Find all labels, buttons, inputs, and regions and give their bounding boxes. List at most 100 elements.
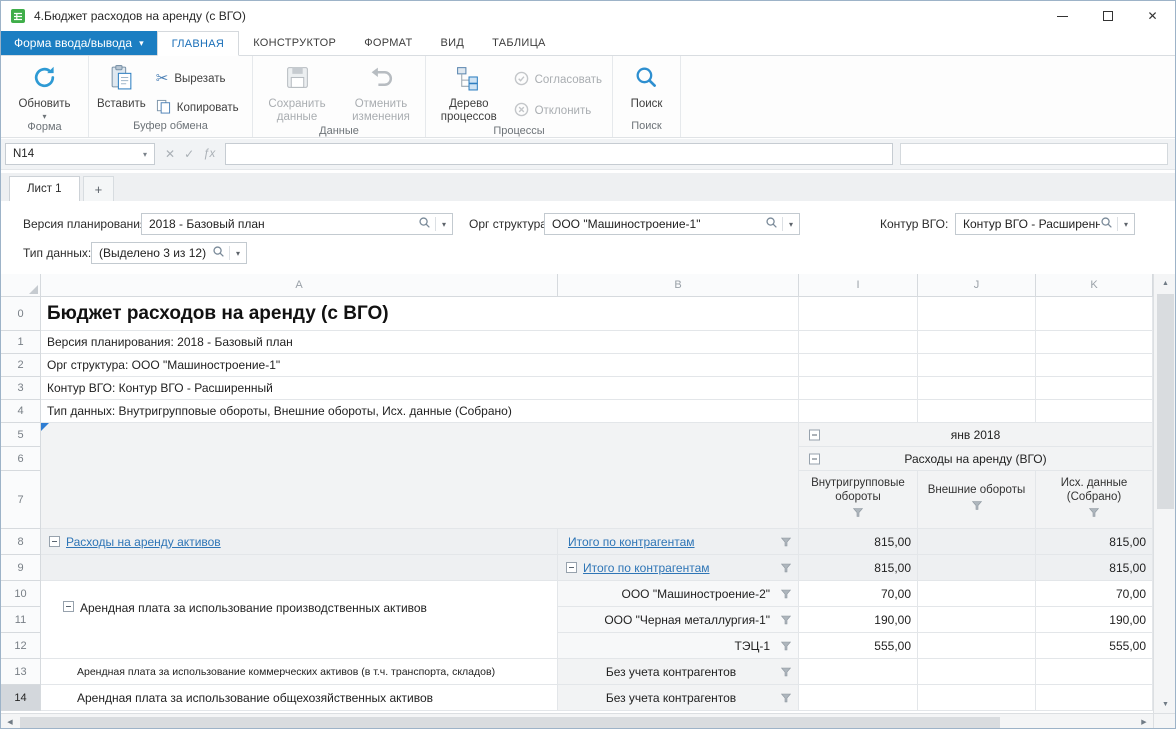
- datatype-filter-combo[interactable]: (Выделено 3 из 12) ▾: [91, 242, 247, 264]
- col-header-j[interactable]: J: [918, 274, 1036, 297]
- copy-button[interactable]: Копировать: [150, 97, 245, 119]
- formula-input[interactable]: [225, 143, 893, 165]
- row-header-selected[interactable]: 14: [1, 685, 41, 711]
- confirm-entry-icon[interactable]: ✓: [184, 147, 194, 161]
- reject-button[interactable]: Отклонить: [508, 100, 608, 122]
- empty-cell[interactable]: [918, 377, 1036, 400]
- scroll-down-icon[interactable]: ▼: [1154, 695, 1176, 713]
- filter-funnel-icon[interactable]: [1089, 508, 1099, 522]
- counterparty-link[interactable]: Итого по контрагентам: [583, 561, 710, 575]
- col-header-k[interactable]: K: [1036, 274, 1153, 297]
- refresh-button[interactable]: Обновить ▾: [14, 60, 74, 121]
- row-header[interactable]: 3: [1, 377, 41, 400]
- category-cell[interactable]: Арендная плата за использование коммерче…: [41, 659, 558, 685]
- value-cell[interactable]: 190,00: [1036, 607, 1153, 633]
- filter-funnel-icon[interactable]: [781, 641, 791, 650]
- tab-format[interactable]: ФОРМАТ: [350, 31, 426, 55]
- horizontal-scrollbar[interactable]: ◀ ▶: [1, 713, 1153, 729]
- col-header-b[interactable]: B: [558, 274, 799, 297]
- value-cell[interactable]: [918, 581, 1036, 607]
- approve-button[interactable]: Согласовать: [508, 69, 608, 91]
- filter-funnel-icon[interactable]: [853, 508, 863, 522]
- value-cell[interactable]: [799, 685, 918, 711]
- empty-cell[interactable]: [1036, 377, 1153, 400]
- row-header[interactable]: 8: [1, 529, 41, 555]
- value-cell[interactable]: 70,00: [1036, 581, 1153, 607]
- empty-cell[interactable]: [1036, 331, 1153, 354]
- counterparty-cell[interactable]: ТЭЦ-1: [558, 633, 799, 659]
- empty-cell[interactable]: [918, 331, 1036, 354]
- counterparty-cell[interactable]: ООО "Машиностроение-2": [558, 581, 799, 607]
- form-io-menu-button[interactable]: Форма ввода/вывода ▾: [1, 31, 157, 55]
- vertical-scroll-thumb[interactable]: [1157, 294, 1174, 509]
- period-header-cell[interactable]: янв 2018: [799, 423, 1153, 447]
- row-header[interactable]: 7: [1, 471, 41, 529]
- save-data-button[interactable]: Сохранить данные: [258, 60, 336, 125]
- row-header[interactable]: 6: [1, 447, 41, 471]
- collapse-icon[interactable]: [809, 453, 820, 464]
- cell-reference-box[interactable]: N14 ▾: [5, 143, 155, 165]
- empty-cell[interactable]: [799, 331, 918, 354]
- counterparty-cell[interactable]: Итого по контрагентам: [558, 529, 799, 555]
- empty-cell[interactable]: [799, 354, 918, 377]
- value-cell[interactable]: 815,00: [799, 529, 918, 555]
- value-cell[interactable]: 555,00: [1036, 633, 1153, 659]
- info-contour-cell[interactable]: Контур ВГО: Контур ВГО - Расширенный: [41, 377, 799, 400]
- collapse-icon[interactable]: [566, 562, 577, 573]
- row-header[interactable]: 9: [1, 555, 41, 581]
- filter-funnel-icon[interactable]: [781, 563, 791, 572]
- collapse-icon[interactable]: [809, 429, 820, 440]
- sheet-tab-list1[interactable]: Лист 1: [9, 176, 80, 201]
- report-title-cell[interactable]: Бюджет расходов на аренду (с ВГО): [41, 297, 799, 331]
- tab-konstruktor[interactable]: КОНСТРУКТОР: [239, 31, 350, 55]
- header-corner-region[interactable]: [41, 423, 799, 529]
- org-filter-combo[interactable]: ООО "Машиностроение-1" ▾: [544, 213, 800, 235]
- process-tree-button[interactable]: Дерево процессов: [430, 60, 508, 125]
- counterparty-cell[interactable]: ООО "Черная металлургия-1": [558, 607, 799, 633]
- row-header[interactable]: 10: [1, 581, 41, 607]
- scroll-right-icon[interactable]: ▶: [1135, 714, 1153, 729]
- scroll-left-icon[interactable]: ◀: [1, 714, 19, 729]
- counterparty-cell[interactable]: Без учета контрагентов: [558, 685, 799, 711]
- value-cell[interactable]: [1036, 659, 1153, 685]
- value-cell[interactable]: [918, 529, 1036, 555]
- col-header-i[interactable]: I: [799, 274, 918, 297]
- value-cell[interactable]: [1036, 685, 1153, 711]
- paste-button[interactable]: Вставить: [93, 60, 150, 111]
- measure-header-cell[interactable]: Расходы на аренду (ВГО): [799, 447, 1153, 471]
- empty-cell[interactable]: [918, 400, 1036, 423]
- cut-button[interactable]: ✂ Вырезать: [150, 69, 245, 88]
- value-cell[interactable]: 70,00: [799, 581, 918, 607]
- horizontal-scroll-thumb[interactable]: [20, 717, 1000, 728]
- maximize-button[interactable]: [1085, 1, 1130, 31]
- value-cell[interactable]: 815,00: [1036, 529, 1153, 555]
- category-cell[interactable]: Арендная плата за использование общехозя…: [41, 685, 558, 711]
- tab-tablitsa[interactable]: ТАБЛИЦА: [478, 31, 560, 55]
- value-cell[interactable]: [918, 555, 1036, 581]
- counterparty-cell[interactable]: Итого по контрагентам: [558, 555, 799, 581]
- filter-funnel-icon[interactable]: [781, 667, 791, 676]
- value-cell[interactable]: [918, 633, 1036, 659]
- tab-glavnaya[interactable]: ГЛАВНАЯ: [157, 31, 240, 56]
- minimize-button[interactable]: [1040, 1, 1085, 31]
- info-org-cell[interactable]: Орг структура: ООО "Машиностроение-1": [41, 354, 799, 377]
- tab-vid[interactable]: ВИД: [426, 31, 478, 55]
- empty-cell[interactable]: [799, 377, 918, 400]
- empty-cell[interactable]: [799, 297, 918, 331]
- version-filter-combo[interactable]: 2018 - Базовый план ▾: [141, 213, 453, 235]
- value-cell[interactable]: 815,00: [799, 555, 918, 581]
- filter-funnel-icon[interactable]: [972, 501, 982, 515]
- row-header[interactable]: 4: [1, 400, 41, 423]
- col-title-cell[interactable]: Внешние обороты: [918, 471, 1036, 529]
- scroll-up-icon[interactable]: ▲: [1154, 274, 1176, 292]
- filter-funnel-icon[interactable]: [781, 589, 791, 598]
- empty-cell[interactable]: [1036, 297, 1153, 331]
- search-button[interactable]: Поиск: [627, 60, 667, 111]
- value-cell[interactable]: [918, 607, 1036, 633]
- col-header-a[interactable]: A: [41, 274, 558, 297]
- info-datatype-cell[interactable]: Тип данных: Внутригрупповые обороты, Вне…: [41, 400, 799, 423]
- row-header[interactable]: 12: [1, 633, 41, 659]
- empty-cell[interactable]: [1036, 400, 1153, 423]
- row-header[interactable]: 5: [1, 423, 41, 447]
- value-cell[interactable]: 555,00: [799, 633, 918, 659]
